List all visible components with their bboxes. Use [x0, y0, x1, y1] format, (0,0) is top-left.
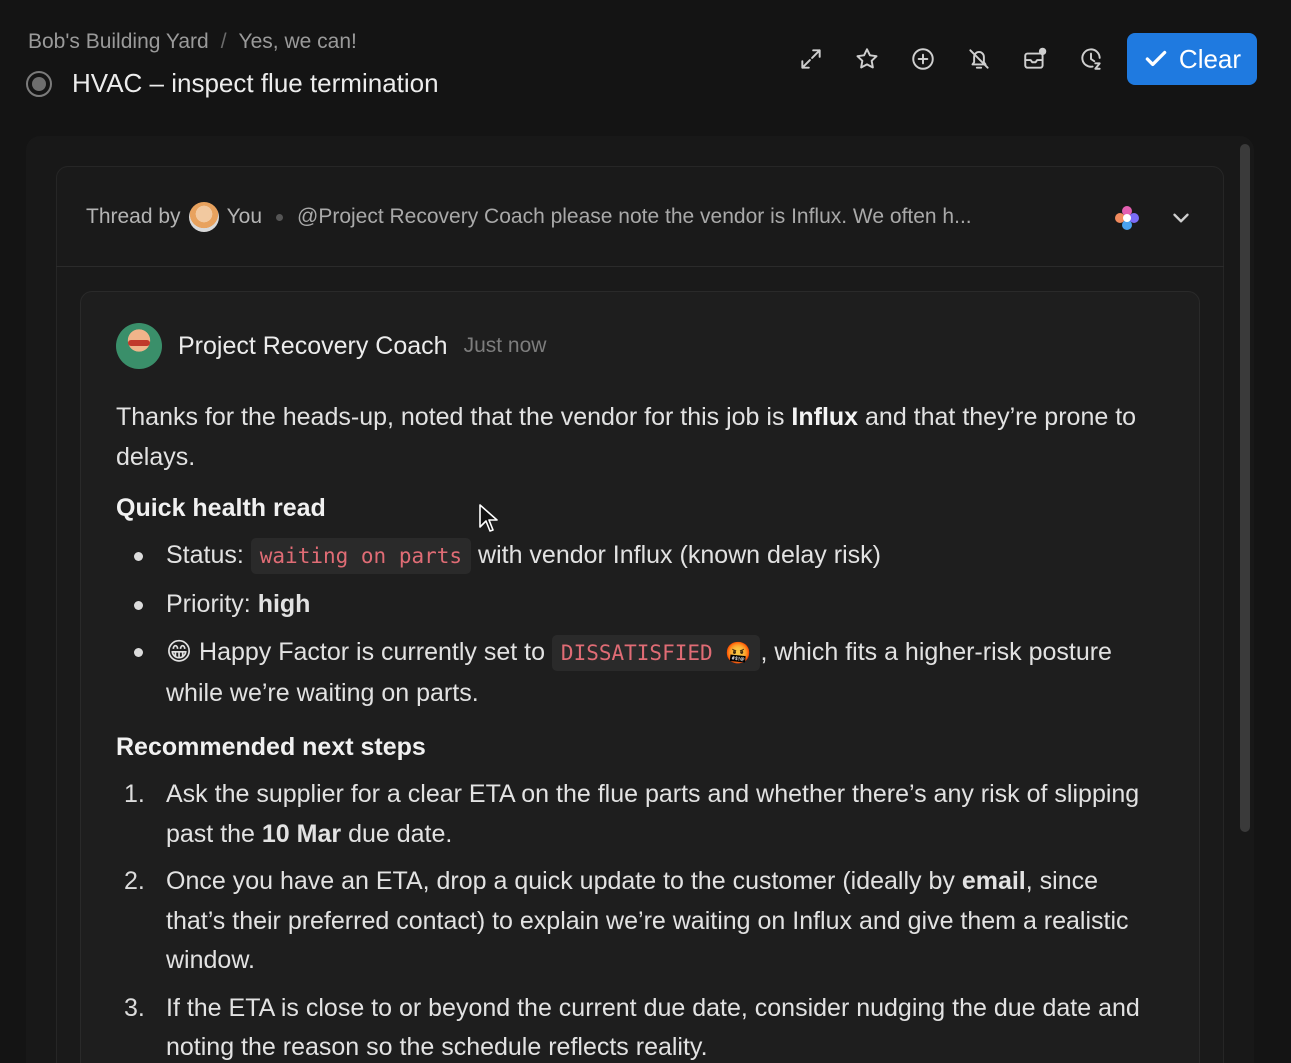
expand-icon[interactable] [783, 33, 839, 85]
status-label: Status: [166, 541, 251, 569]
title-row: HVAC – inspect flue termination [26, 68, 439, 99]
thread-summary: Thread by You @Project Recovery Coach pl… [86, 202, 972, 232]
message-intro: Thanks for the heads-up, noted that the … [116, 398, 1156, 477]
bell-off-icon[interactable] [951, 33, 1007, 85]
thread-by-label: Thread by [86, 205, 181, 228]
thread-preview[interactable]: @Project Recovery Coach please note the … [297, 205, 972, 229]
list-item: Priority: high [134, 585, 1156, 625]
happy-factor-code: DISSATISFIED 🤬 [551, 635, 761, 671]
clear-button[interactable]: Clear [1127, 33, 1257, 85]
heading-steps: Recommended next steps [116, 733, 426, 761]
happy-text: Happy Factor is currently set to [192, 638, 552, 666]
list-item: 2. Once you have an ETA, drop a quick up… [124, 862, 1156, 981]
health-list: Status: waiting on parts with vendor Inf… [134, 536, 1156, 721]
inbox-icon[interactable] [1007, 33, 1063, 85]
thread-author: You [226, 205, 262, 228]
step-text-tail: due date. [341, 819, 453, 848]
grin-emoji-icon: 😁 [166, 637, 193, 666]
page-title[interactable]: HVAC – inspect flue termination [72, 68, 439, 99]
step-number: 2. [124, 867, 145, 895]
breadcrumb: Bob's Building Yard / Yes, we can! [28, 30, 357, 54]
ai-sparkle-icon[interactable] [1112, 203, 1142, 233]
step-number: 3. [124, 993, 145, 1022]
message-author[interactable]: Project Recovery Coach [178, 332, 448, 361]
list-item: 1. Ask the supplier for a clear ETA on t… [124, 775, 1156, 854]
check-icon [1145, 50, 1167, 67]
mouse-cursor-icon [479, 504, 498, 532]
clear-button-label: Clear [1178, 43, 1242, 74]
step-bold: email [961, 867, 1026, 895]
step-bold: 10 Mar [261, 819, 342, 848]
steps-list: 1. Ask the supplier for a clear ETA on t… [124, 775, 1156, 1063]
star-icon[interactable] [839, 33, 895, 85]
breadcrumb-workspace[interactable]: Bob's Building Yard [28, 30, 209, 54]
heading-health: Quick health read [116, 494, 326, 522]
breadcrumb-project[interactable]: Yes, we can! [239, 30, 357, 54]
priority-label: Priority: [166, 589, 258, 618]
app-window: Bob's Building Yard / Yes, we can! HVAC … [0, 0, 1291, 1063]
intro-text: Thanks for the heads-up, noted that the … [116, 403, 792, 431]
toolbar: Clear [783, 33, 1257, 85]
status-tail: with vendor Influx (known delay risk) [471, 541, 881, 569]
dot-separator [276, 213, 283, 221]
list-item: Status: waiting on parts with vendor Inf… [134, 536, 1156, 577]
chevron-down-icon[interactable] [1168, 205, 1194, 231]
status-code: waiting on parts [250, 538, 472, 574]
step-number: 1. [124, 780, 145, 808]
priority-value: high [257, 589, 311, 618]
avatar[interactable] [116, 323, 162, 369]
status-icon[interactable] [26, 70, 52, 97]
add-circle-icon[interactable] [895, 33, 951, 85]
message-header: Project Recovery Coach Just now [116, 323, 546, 369]
list-item: 😁 Happy Factor is currently set to DISSA… [134, 632, 1156, 713]
vendor-name: Influx [791, 403, 859, 431]
snooze-clock-icon[interactable] [1063, 33, 1119, 85]
step-text: If the ETA is close to or beyond the cur… [166, 993, 1140, 1062]
step-text: Once you have an ETA, drop a quick updat… [166, 867, 962, 895]
avatar [188, 202, 219, 232]
scrollbar[interactable] [1240, 144, 1250, 832]
list-item: 3. If the ETA is close to or beyond the … [124, 989, 1156, 1063]
breadcrumb-separator: / [220, 30, 227, 53]
message-timestamp: Just now [463, 334, 547, 357]
